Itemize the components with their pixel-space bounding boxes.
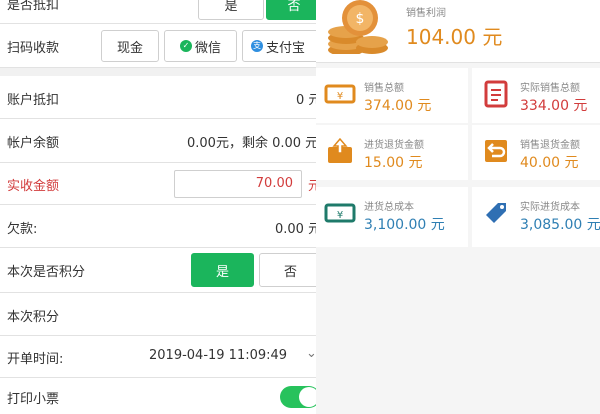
print-receipt-toggle[interactable] xyxy=(280,386,316,408)
alipay-icon: 支 xyxy=(251,40,263,52)
points-label: 本次积分 xyxy=(7,310,60,325)
discount-no-button[interactable]: 否 xyxy=(266,0,316,20)
card-actual-sales-total: 实际销售总额 334.00 元 xyxy=(472,68,600,123)
row-debt: 欠款: 0.00 元 xyxy=(0,205,316,248)
discount-label: 是否抵扣 xyxy=(7,0,60,13)
row-print-receipt: 打印小票 xyxy=(0,378,316,414)
row-received: 实收金额 70.00 元 xyxy=(0,163,316,205)
sales-total-value: 374.00 元 xyxy=(364,98,432,114)
sales-returns-value: 40.00 元 xyxy=(520,155,579,171)
print-receipt-label: 打印小票 xyxy=(7,392,60,407)
card-purchase-cost: ¥ 进货总成本 3,100.00 元 xyxy=(316,187,468,247)
svg-text:$: $ xyxy=(356,11,365,27)
svg-text:¥: ¥ xyxy=(337,210,343,221)
row-open-time[interactable]: 开单时间: 2019-04-19 11:09:49 ⌄ xyxy=(0,336,316,378)
sales-returns-label: 销售退货金额 xyxy=(520,140,580,151)
purchase-returns-label: 进货退货金额 xyxy=(364,140,424,151)
card-sales-total: ¥ 销售总额 374.00 元 xyxy=(316,68,468,123)
profit-value: 104.00 元 xyxy=(406,25,503,49)
money-icon: ¥ xyxy=(324,84,356,104)
row-scan-pay: 扫码收款 现金 ✓ 微信 支 支付宝 xyxy=(0,24,316,68)
cash-label: 现金 xyxy=(116,40,143,56)
received-label: 实收金额 xyxy=(7,179,60,194)
account-balance-label: 帐户余额 xyxy=(7,136,60,151)
purchase-cost-value: 3,100.00 元 xyxy=(364,217,445,233)
card-purchase-returns: 进货退货金额 15.00 元 xyxy=(316,125,468,180)
row-account-deduct: 账户抵扣 0 元 xyxy=(0,76,316,119)
received-input[interactable]: 70.00 xyxy=(174,170,302,198)
purchase-returns-value: 15.00 元 xyxy=(364,155,423,171)
alipay-label: 支付宝 xyxy=(266,40,306,56)
cash-button[interactable]: 现金 xyxy=(101,30,159,62)
sales-total-label: 销售总额 xyxy=(364,83,404,94)
sales-stats-panel: $ 销售利润 104.00 元 ¥ 销售总额 374.00 元 实际销售总额 3… xyxy=(316,0,600,414)
return-icon xyxy=(485,140,507,162)
checkout-form: 是否抵扣 是 否 扫码收款 现金 ✓ 微信 支 支付宝 账户抵扣 0 元 帐户余… xyxy=(0,0,316,414)
box-return-icon xyxy=(328,137,352,163)
account-deduct-label: 账户抵扣 xyxy=(7,93,60,108)
wechat-button[interactable]: ✓ 微信 xyxy=(164,30,237,62)
profit-label: 销售利润 xyxy=(406,8,446,19)
actual-sales-total-value: 334.00 元 xyxy=(520,98,588,114)
toggle-knob xyxy=(299,387,316,407)
wechat-label: 微信 xyxy=(194,40,221,56)
receipt-icon xyxy=(484,80,508,108)
scan-pay-label: 扫码收款 xyxy=(7,41,60,56)
actual-purchase-cost-label: 实际进货成本 xyxy=(520,202,580,213)
wechat-icon: ✓ xyxy=(179,40,192,52)
app-root: 是否抵扣 是 否 扫码收款 现金 ✓ 微信 支 支付宝 账户抵扣 0 元 帐户余… xyxy=(0,0,600,414)
points-yes-button[interactable]: 是 xyxy=(191,253,254,287)
section-divider xyxy=(0,68,316,76)
svg-text:¥: ¥ xyxy=(337,91,343,102)
row-points: 本次积分 xyxy=(0,293,316,336)
tag-icon xyxy=(486,203,506,223)
account-balance-value: 0.00元，剩余 0.00 元 xyxy=(187,136,316,151)
card-sales-returns: 销售退货金额 40.00 元 xyxy=(472,125,600,180)
profit-summary: $ 销售利润 104.00 元 xyxy=(316,0,600,63)
points-no-button[interactable]: 否 xyxy=(259,253,316,287)
row-discount: 是否抵扣 是 否 xyxy=(0,0,316,24)
purchase-cost-label: 进货总成本 xyxy=(364,202,414,213)
row-points-toggle: 本次是否积分 是 否 xyxy=(0,248,316,293)
money-icon: ¥ xyxy=(324,203,356,223)
debt-label: 欠款: xyxy=(7,222,38,237)
actual-sales-total-label: 实际销售总额 xyxy=(520,83,580,94)
discount-yes-button[interactable]: 是 xyxy=(198,0,264,20)
points-toggle-label: 本次是否积分 xyxy=(7,265,86,280)
alipay-button[interactable]: 支 支付宝 xyxy=(242,30,316,62)
coins-icon: $ xyxy=(328,0,388,54)
actual-purchase-cost-value: 3,085.00 元 xyxy=(520,217,600,233)
debt-value: 0.00 元 xyxy=(275,222,316,237)
open-time-value: 2019-04-19 11:09:49 xyxy=(149,348,288,363)
open-time-label: 开单时间: xyxy=(7,352,64,367)
chevron-down-icon: ⌄ xyxy=(306,346,316,361)
received-unit: 元 xyxy=(308,179,316,194)
account-deduct-value: 0 元 xyxy=(296,93,316,108)
row-account-balance: 帐户余额 0.00元，剩余 0.00 元 xyxy=(0,119,316,163)
card-actual-purchase-cost: 实际进货成本 3,085.00 元 xyxy=(472,187,600,247)
